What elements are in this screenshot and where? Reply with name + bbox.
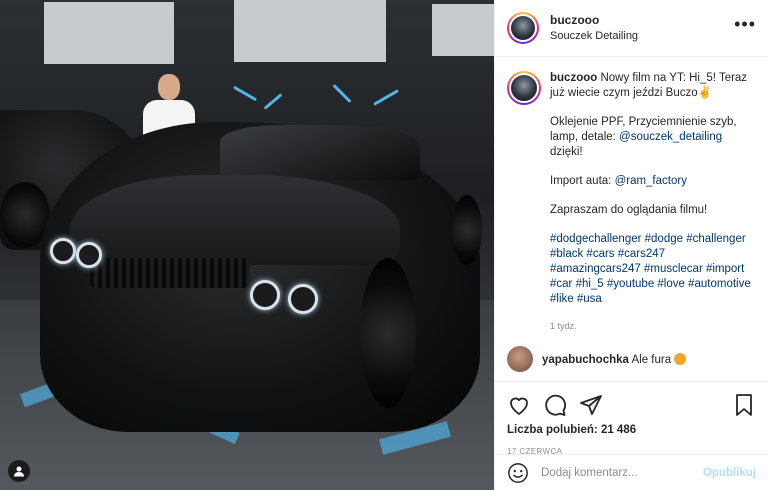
more-options-icon[interactable]: ••• <box>734 15 756 37</box>
post-actions: Liczba polubień: 21 486 17 CZERWCA <box>495 381 768 456</box>
user-tag-button[interactable] <box>8 460 30 482</box>
post-header: buczooo Souczek Detailing ••• <box>495 0 768 57</box>
neon-light <box>263 93 283 110</box>
wheel <box>360 258 416 408</box>
comment-body: Ale fura <box>631 353 672 366</box>
comment-username[interactable]: yapabuchochka <box>542 354 629 366</box>
action-icons <box>507 388 756 422</box>
location-link[interactable]: Souczek Detailing <box>550 28 638 44</box>
comments-section: buczooo Nowy film na YT: Hi_5! Teraz już… <box>495 57 768 381</box>
likes-label: Liczba polubień: <box>507 424 598 436</box>
comment-icon[interactable] <box>543 393 567 417</box>
hashtags[interactable]: #dodgechallenger #dodge #challenger #bla… <box>550 232 756 307</box>
emoji-icon <box>674 352 687 365</box>
neon-light <box>332 83 352 104</box>
comment-text: yapabuchochka Ale fura <box>542 352 687 366</box>
publish-button[interactable]: Opublikuj <box>703 467 756 479</box>
post-photo[interactable] <box>0 0 494 490</box>
smile-icon[interactable] <box>507 462 529 484</box>
caption-username[interactable]: buczooo <box>550 72 597 84</box>
likes-count[interactable]: Liczba polubień: 21 486 <box>507 424 756 436</box>
garage-window <box>432 4 494 56</box>
headlight <box>76 242 102 268</box>
neon-light <box>232 85 258 102</box>
headlight <box>50 238 76 264</box>
victory-hand-emoji: ✌️ <box>697 87 712 99</box>
comment-input[interactable] <box>541 466 703 479</box>
heart-icon[interactable] <box>507 393 531 417</box>
caption-thanks: dzięki! <box>550 146 583 158</box>
post-side-panel: buczooo Souczek Detailing ••• buczooo No… <box>494 0 768 490</box>
car-grille <box>90 258 250 288</box>
mention-link[interactable]: @souczek_detailing <box>619 131 722 143</box>
comment-item: yapabuchochka Ale fura <box>507 346 756 372</box>
person <box>158 74 180 100</box>
avatar[interactable] <box>507 346 533 372</box>
garage-window <box>44 2 174 64</box>
avatar[interactable] <box>507 71 541 105</box>
neon-light <box>373 89 399 106</box>
car-hood <box>70 175 400 265</box>
avatar[interactable] <box>507 12 539 44</box>
caption-invite: Zapraszam do oglądania filmu! <box>550 204 708 216</box>
post-author: buczooo Souczek Detailing <box>550 12 638 44</box>
caption-age: 1 tydz. <box>550 321 577 331</box>
post-caption: buczooo Nowy film na YT: Hi_5! Teraz już… <box>507 71 756 334</box>
bookmark-icon[interactable] <box>732 393 756 417</box>
headlight <box>250 280 280 310</box>
garage-window <box>234 0 386 62</box>
caption-import: Import auta: <box>550 175 615 187</box>
likes-number: 21 486 <box>600 424 637 436</box>
author-username[interactable]: buczooo <box>550 12 638 28</box>
mention-link[interactable]: @ram_factory <box>615 175 687 187</box>
add-comment-bar: Opublikuj <box>495 454 768 490</box>
wheel <box>452 195 482 265</box>
user-tag-icon <box>14 466 24 477</box>
share-icon[interactable] <box>579 393 603 417</box>
headlight <box>288 284 318 314</box>
caption-text: buczooo Nowy film na YT: Hi_5! Teraz już… <box>550 71 756 334</box>
instagram-post: buczooo Souczek Detailing ••• buczooo No… <box>0 0 768 490</box>
car-windshield <box>220 125 420 180</box>
